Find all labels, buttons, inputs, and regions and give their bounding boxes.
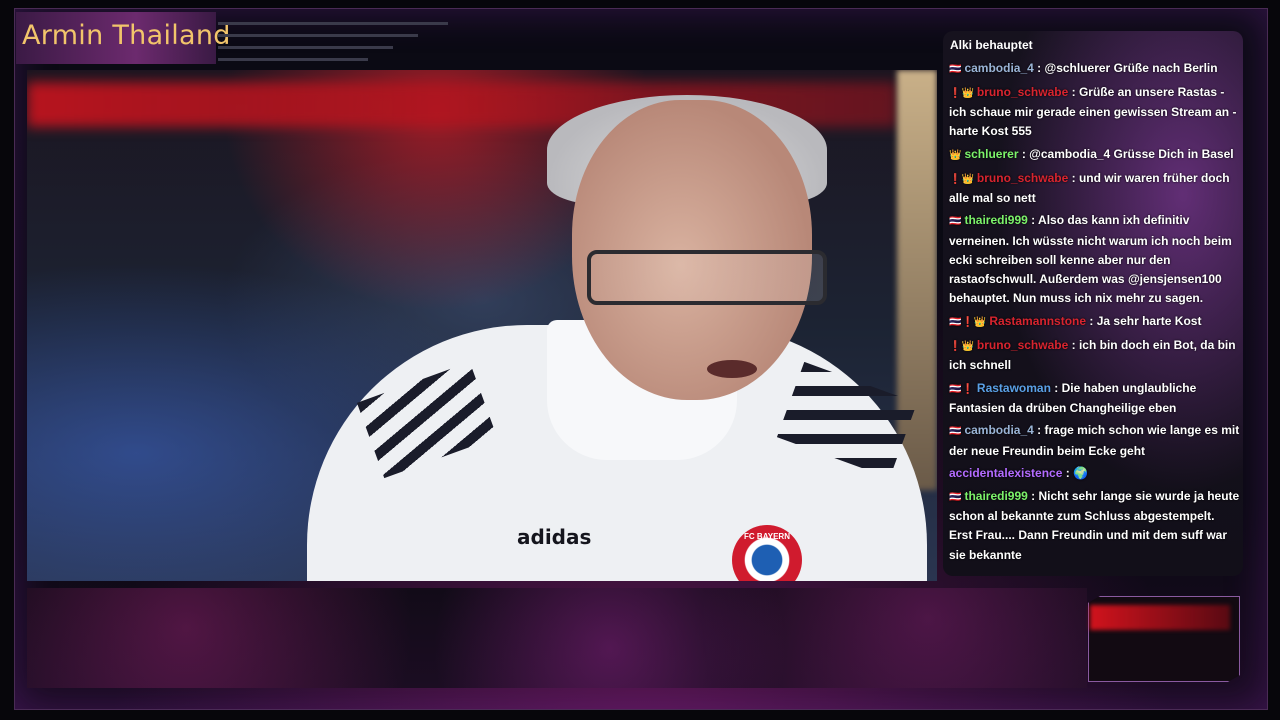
bottom-decor-bar xyxy=(27,588,1087,688)
fc-bayern-crest-text: FC BAYERN xyxy=(744,532,790,541)
chat-separator: : xyxy=(1018,146,1030,161)
glasses xyxy=(587,250,827,305)
deco-line xyxy=(218,58,368,61)
chat-separator: : xyxy=(1062,466,1074,481)
chat-message: 🇹🇭❗👑 Rastamannstone : Ja sehr harte Kost xyxy=(949,312,1241,332)
chat-message-text: @cambodia_4 Grüsse Dich in Basel xyxy=(1029,146,1234,161)
chat-username[interactable]: thairedi999 xyxy=(964,489,1027,503)
chat-separator: : xyxy=(1027,213,1039,228)
chat-message: 🇹🇭❗ Rastawoman : Die haben unglaubliche F… xyxy=(949,379,1241,418)
chat-separator: : xyxy=(1033,61,1045,75)
chat-separator: : xyxy=(1050,380,1062,395)
chat-username[interactable]: bruno_schwabe xyxy=(977,338,1068,352)
chat-username[interactable]: Rastamannstone xyxy=(989,314,1086,328)
deco-line xyxy=(218,22,448,25)
user-badge-icons: 🇹🇭 xyxy=(949,64,962,75)
chat-username[interactable]: bruno_schwabe xyxy=(977,171,1068,185)
chat-message: 🇹🇭 cambodia_4 : frage mich schon wie lang… xyxy=(949,421,1241,460)
user-badge-icons: ❗👑 xyxy=(949,340,974,352)
chat-username[interactable]: accidentalexistence xyxy=(949,466,1062,480)
user-badge-icons: 🇹🇭 xyxy=(949,216,962,228)
chat-message: ❗👑 bruno_schwabe : ich bin doch ein Bot, … xyxy=(949,336,1241,375)
chat-header: Alki behauptet xyxy=(950,38,1033,52)
chat-message: ❗👑 bruno_schwabe : und wir waren früher d… xyxy=(949,169,1241,208)
chat-message: 🇹🇭 thairedi999 : Also das kann ixh defini… xyxy=(949,211,1241,308)
deco-line xyxy=(218,34,418,37)
mini-preview-red-light xyxy=(1090,605,1230,630)
chat-message: accidentalexistence : 🌍 xyxy=(949,464,1241,483)
chat-separator: : xyxy=(1068,337,1079,352)
adidas-logo: adidas xyxy=(517,525,592,549)
stream-title: Armin Thailand xyxy=(22,20,231,51)
chat-panel: Alki behauptet 🇹🇭 cambodia_4 : @schluerer… xyxy=(943,31,1243,576)
chat-message: ❗👑 bruno_schwabe : Grüße an unsere Rastas… xyxy=(949,83,1241,142)
chat-message-text: Ja sehr harte Kost xyxy=(1096,313,1202,328)
chat-username[interactable]: Rastawoman xyxy=(977,381,1051,395)
chat-separator: : xyxy=(1086,313,1097,328)
user-badge-icons: ❗👑 xyxy=(949,173,974,185)
chat-username[interactable]: cambodia_4 xyxy=(964,423,1033,437)
user-badge-icons: ❗👑 xyxy=(949,87,974,99)
chat-separator: : xyxy=(1068,84,1079,99)
deco-line xyxy=(218,46,393,49)
chat-message-text: @schluerer Grüße nach Berlin xyxy=(1044,61,1218,75)
mouth xyxy=(707,360,757,378)
chat-message: 🇹🇭 cambodia_4 : @schluerer Grüße nach Ber… xyxy=(949,59,1241,79)
chat-message-text: 🌍 xyxy=(1073,466,1089,481)
user-badge-icons: 🇹🇭❗👑 xyxy=(949,316,987,328)
user-badge-icons: 🇹🇭❗ xyxy=(949,383,974,395)
chat-message-list: 🇹🇭 cambodia_4 : @schluerer Grüße nach Ber… xyxy=(949,59,1241,568)
chat-message: 👑 schluerer : @cambodia_4 Grüsse Dich in … xyxy=(949,145,1241,165)
chat-username[interactable]: bruno_schwabe xyxy=(977,85,1068,99)
user-badge-icons: 🇹🇭 xyxy=(949,426,962,438)
webcam-video: adidas FC BAYERN xyxy=(27,70,937,581)
chat-username[interactable]: schluerer xyxy=(964,147,1018,161)
chat-separator: : xyxy=(1033,423,1045,438)
chat-username[interactable]: cambodia_4 xyxy=(964,61,1033,75)
chat-separator: : xyxy=(1068,170,1079,185)
chat-separator: : xyxy=(1027,489,1039,504)
chat-message: 🇹🇭 thairedi999 : Nicht sehr lange sie wur… xyxy=(949,487,1241,565)
user-badge-icons: 👑 xyxy=(949,149,962,161)
user-badge-icons: 🇹🇭 xyxy=(949,492,962,504)
chat-username[interactable]: thairedi999 xyxy=(964,213,1027,227)
